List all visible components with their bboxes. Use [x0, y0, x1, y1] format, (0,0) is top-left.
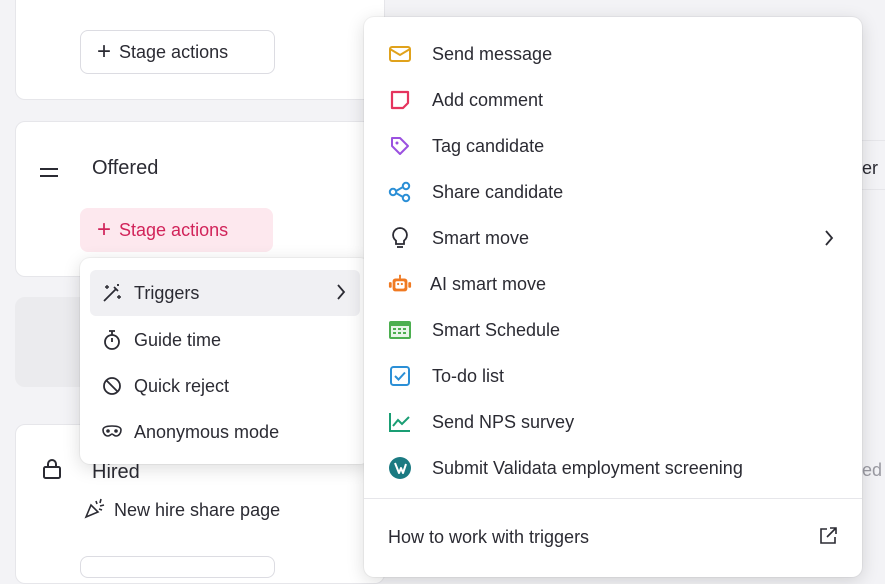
stage-actions-button-top[interactable]: + Stage actions	[80, 30, 275, 74]
robot-icon	[388, 272, 412, 296]
menu-item-label: Smart move	[432, 227, 530, 248]
menu-item-label: Send message	[432, 43, 553, 64]
stage-name-offered: Offered	[92, 157, 159, 179]
chart-line-icon	[388, 410, 412, 434]
stage-name-hired: Hired	[92, 461, 140, 483]
footer-link-label: How to work with triggers	[388, 526, 590, 547]
stage-card-offered	[15, 121, 385, 277]
comment-icon	[388, 88, 412, 112]
stage-actions-button-offered[interactable]: + Stage actions	[80, 208, 273, 252]
stage-actions-menu: Triggers Guide time Quick reject Anonymo…	[80, 258, 370, 464]
chevron-right-icon	[336, 283, 346, 306]
menu-item-label: Smart Schedule	[432, 319, 561, 340]
mask-icon	[100, 420, 124, 444]
envelope-icon	[388, 42, 412, 66]
validata-logo-icon	[388, 456, 412, 480]
trigger-to-do-list[interactable]: To-do list	[364, 353, 862, 399]
tag-icon	[388, 134, 412, 158]
menu-item-label: AI smart move	[430, 273, 547, 294]
how-to-work-with-triggers-link[interactable]: How to work with triggers	[364, 515, 862, 559]
menu-divider	[364, 498, 862, 499]
prohibit-icon	[100, 374, 124, 398]
lock-icon	[42, 458, 62, 485]
menu-item-anonymous-mode[interactable]: Anonymous mode	[80, 410, 370, 454]
drag-handle-icon[interactable]	[40, 166, 60, 184]
checkbox-icon	[388, 364, 412, 388]
new-hire-share-page-link[interactable]: New hire share page	[84, 497, 280, 524]
menu-item-label: To-do list	[432, 365, 505, 386]
menu-item-label: Guide time	[134, 329, 222, 350]
trigger-smart-move[interactable]: Smart move	[364, 215, 862, 261]
trigger-ai-smart-move[interactable]: AI smart move	[364, 261, 862, 307]
stage-actions-label: Stage actions	[119, 219, 229, 240]
external-link-icon	[818, 526, 838, 551]
menu-item-label: Send NPS survey	[432, 411, 575, 432]
menu-item-label: Triggers	[134, 282, 200, 303]
stage-actions-button-hired-partial[interactable]	[80, 556, 275, 578]
trigger-add-comment[interactable]: Add comment	[364, 77, 862, 123]
trigger-tag-candidate[interactable]: Tag candidate	[364, 123, 862, 169]
trigger-send-message[interactable]: Send message	[364, 31, 862, 77]
menu-item-label: Share candidate	[432, 181, 564, 202]
chevron-right-icon	[824, 229, 834, 252]
trigger-smart-schedule[interactable]: Smart Schedule	[364, 307, 862, 353]
menu-item-label: Tag candidate	[432, 135, 545, 156]
new-hire-share-label: New hire share page	[114, 500, 281, 520]
menu-item-triggers[interactable]: Triggers	[90, 270, 360, 316]
menu-item-guide-time[interactable]: Guide time	[80, 318, 370, 362]
trigger-share-candidate[interactable]: Share candidate	[364, 169, 862, 215]
menu-item-quick-reject[interactable]: Quick reject	[80, 364, 370, 408]
menu-item-label: Submit Validata employment screening	[432, 457, 743, 478]
lightbulb-icon	[388, 226, 412, 250]
party-popper-icon	[84, 497, 108, 524]
share-icon	[388, 180, 412, 204]
magic-wand-icon	[100, 281, 124, 305]
menu-item-label: Quick reject	[134, 375, 230, 396]
menu-item-label: Add comment	[432, 89, 544, 110]
right-edge-text: ed	[862, 460, 883, 480]
triggers-submenu: Send message Add comment Tag candidate S…	[364, 17, 862, 577]
trigger-send-nps-survey[interactable]: Send NPS survey	[364, 399, 862, 445]
plus-icon: +	[97, 216, 112, 243]
calendar-icon	[388, 318, 412, 342]
stage-actions-label: Stage actions	[119, 41, 229, 62]
menu-item-label: Anonymous mode	[134, 421, 280, 442]
trigger-submit-validata[interactable]: Submit Validata employment screening	[364, 445, 862, 491]
stopwatch-icon	[100, 328, 124, 352]
plus-icon: +	[97, 38, 112, 65]
